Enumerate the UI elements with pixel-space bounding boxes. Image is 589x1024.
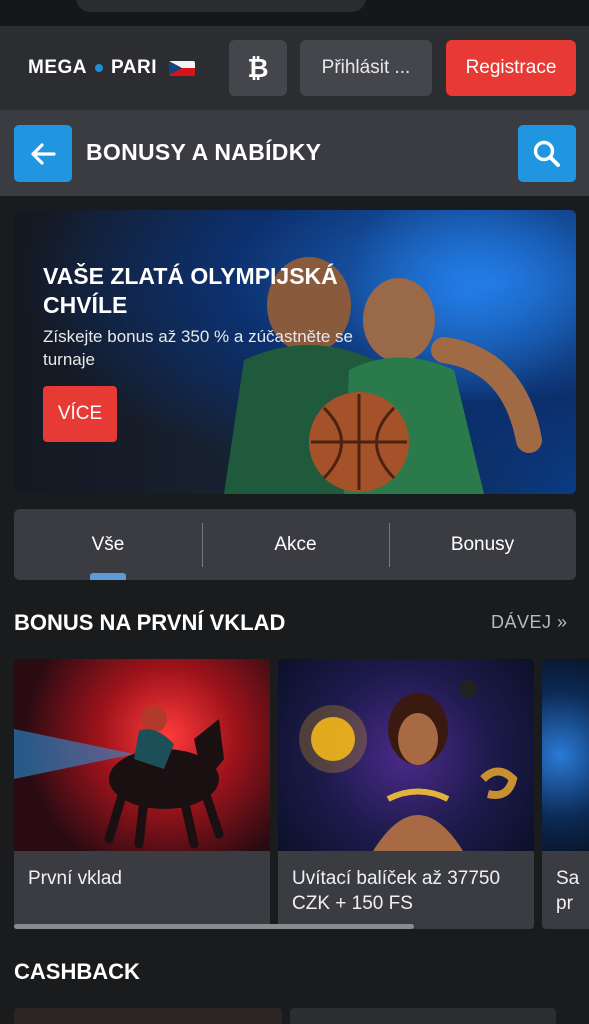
bonus-card-label: Sa pr	[556, 868, 580, 914]
horse-racing-image	[14, 659, 270, 851]
tab-all[interactable]: Vše	[14, 509, 202, 580]
cashback-card[interactable]	[290, 1008, 556, 1024]
logo-text-right: PARI	[111, 57, 157, 78]
address-pill	[76, 0, 366, 12]
banner-subtitle: Získejte bonus až 350 % a zúčastněte se …	[43, 327, 353, 369]
casino-queen-image	[278, 659, 534, 851]
section-title-cashback: CASHBACK	[14, 959, 140, 984]
logo-separator-icon	[95, 64, 103, 72]
bonus-card-label: Uvítací balíček až 37750 CZK + 150 FS	[292, 868, 501, 914]
active-tab-indicator	[90, 573, 126, 580]
search-button[interactable]	[518, 125, 576, 182]
megapari-logo[interactable]: MEGA PARI	[28, 57, 195, 79]
bonus-card[interactable]: První vklad	[14, 659, 270, 929]
bonus-card-label: První vklad	[28, 868, 122, 889]
promo-banner[interactable]: VAŠE ZLATÁ OLYMPIJSKÁ CHVÍLE Získejte bo…	[14, 210, 576, 494]
bitcoin-icon: ₿	[247, 52, 269, 83]
czech-flag-icon	[168, 60, 195, 76]
arrow-left-icon	[31, 142, 56, 165]
page-title: BONUSY A NABÍDKY	[86, 139, 322, 165]
register-button[interactable]: Registrace	[446, 40, 576, 96]
cards-scrollbar[interactable]	[14, 924, 414, 929]
bonus-card-image	[542, 659, 589, 851]
banner-more-button[interactable]: VÍCE	[43, 386, 117, 442]
section-title-first-deposit: BONUS NA PRVNÍ VKLAD	[14, 610, 286, 635]
logo-text-left: MEGA	[28, 57, 87, 78]
banner-title: VAŠE ZLATÁ OLYMPIJSKÁ CHVÍLE	[43, 263, 338, 318]
back-button[interactable]	[14, 125, 72, 182]
bonus-card[interactable]: Sa pr	[542, 659, 589, 929]
bonus-card[interactable]: Uvítací balíček až 37750 CZK + 150 FS	[278, 659, 534, 929]
see-all-link[interactable]: DÁVEJ »	[491, 612, 568, 633]
search-icon	[533, 140, 560, 167]
crypto-button[interactable]: ₿	[229, 40, 287, 96]
filter-tabs: Vše Akce Bonusy	[14, 509, 576, 580]
tab-promotions[interactable]: Akce	[202, 509, 389, 580]
login-button[interactable]: Přihlásit ...	[300, 40, 432, 96]
cashback-card[interactable]	[14, 1008, 282, 1024]
status-strip	[0, 0, 589, 26]
tab-bonuses[interactable]: Bonusy	[389, 509, 576, 580]
